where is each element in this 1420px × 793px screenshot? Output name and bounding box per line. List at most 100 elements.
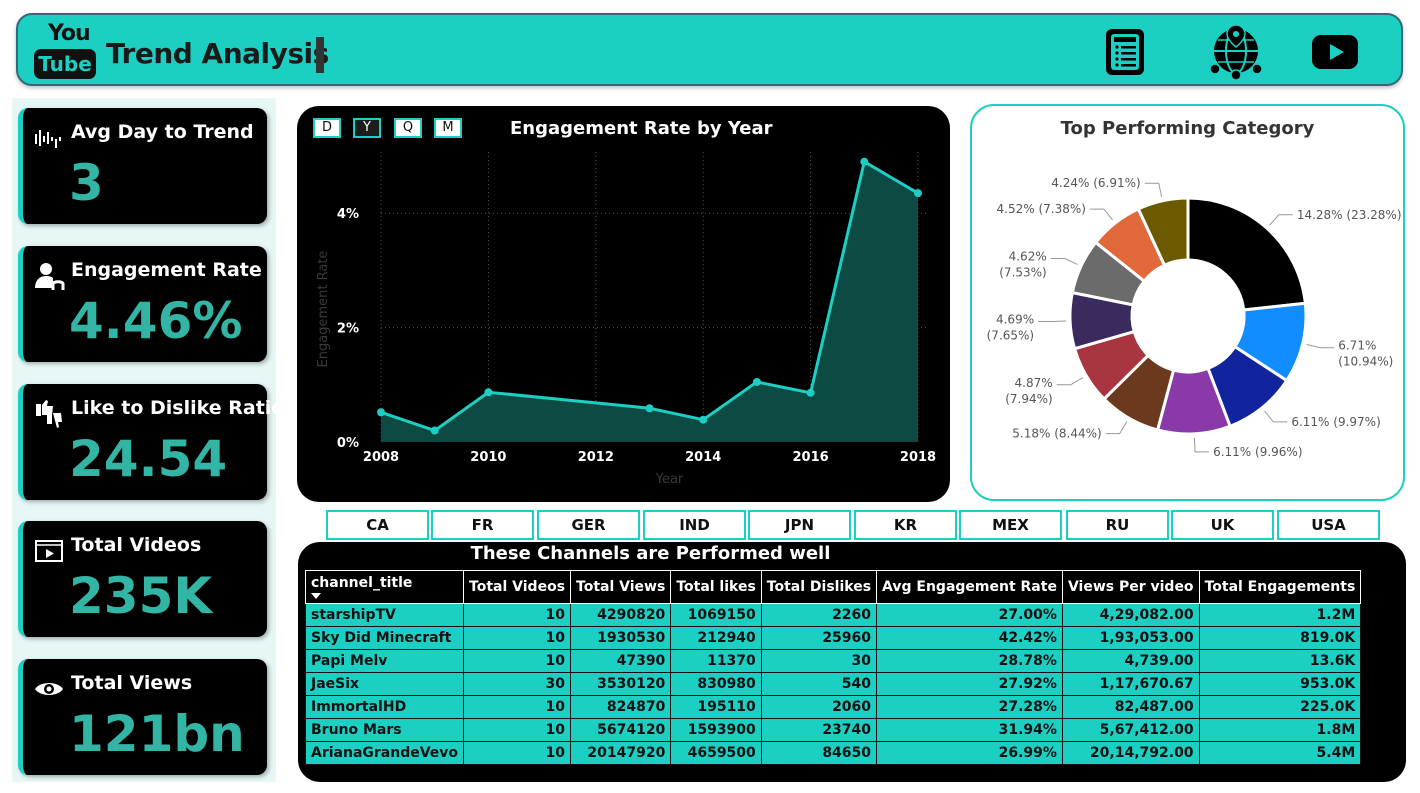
table-row[interactable]: ImmortalHD 10 824870 195110 2060 27.28% 82,487… xyxy=(304,695,1362,719)
data-point[interactable] xyxy=(430,426,439,435)
table-cell: 26.99% xyxy=(876,741,1063,765)
country-tab-ind[interactable]: IND xyxy=(643,510,746,540)
table-cell: 3530120 xyxy=(570,672,672,696)
kpi-label: Engagement Rate xyxy=(71,259,262,281)
table-cell: 20147920 xyxy=(570,741,672,765)
table-cell: 2260 xyxy=(760,603,878,627)
table-cell: 225.0K xyxy=(1198,695,1362,719)
column-header[interactable]: Total likes xyxy=(670,570,762,604)
table-cell: 1930530 xyxy=(570,626,672,650)
data-point[interactable] xyxy=(699,415,708,424)
channel-table: channel_title Total Videos Total Views Tota… xyxy=(304,570,1362,765)
table-cell: 82,487.00 xyxy=(1061,695,1200,719)
kpi-panel: Avg Day to Trend 3 Engagement Rate 4.46%… xyxy=(12,98,284,782)
y-tick-label: 0% xyxy=(337,436,359,451)
table-cell: JaeSix xyxy=(304,672,465,696)
globe-network-icon[interactable] xyxy=(1206,21,1266,81)
sort-desc-icon[interactable] xyxy=(311,593,321,599)
column-header[interactable]: Total Dislikes xyxy=(760,570,878,604)
x-tick-label: 2018 xyxy=(900,450,936,465)
y-tick-label: 4% xyxy=(337,207,359,222)
country-tab-fr[interactable]: FR xyxy=(431,510,534,540)
kpi-value: 4.46% xyxy=(69,292,243,350)
country-tab-usa[interactable]: USA xyxy=(1277,510,1380,540)
table-cell: 10 xyxy=(463,741,572,765)
table-cell: Bruno Mars xyxy=(304,718,465,742)
data-point[interactable] xyxy=(377,408,385,417)
table-title: These Channels are Performed well xyxy=(470,543,831,564)
table-row[interactable]: starshipTV 10 4290820 1069150 2260 27.00% 4,29… xyxy=(304,603,1362,627)
slice-label: 14.28% (23.28%) xyxy=(1297,208,1402,222)
slice-label: 4.52% (7.38%) xyxy=(997,202,1086,216)
table-row[interactable]: Bruno Mars 10 5674120 1593900 23740 31.94% 5,6… xyxy=(304,718,1362,742)
country-tab-jpn[interactable]: JPN xyxy=(748,510,851,540)
country-tab-ger[interactable]: GER xyxy=(537,510,640,540)
country-tab-ca[interactable]: CA xyxy=(326,510,429,540)
y-axis-label: Engagement Rate xyxy=(316,251,331,368)
table-cell: 195110 xyxy=(670,695,762,719)
table-cell: ImmortalHD xyxy=(304,695,465,719)
country-tab-mex[interactable]: MEX xyxy=(959,510,1062,540)
table-cell: 10 xyxy=(463,718,572,742)
data-point[interactable] xyxy=(484,388,493,397)
kpi-value: 3 xyxy=(69,154,104,212)
kpi-total-videos: Total Videos 235K xyxy=(18,521,267,637)
data-point[interactable] xyxy=(860,157,869,166)
column-header[interactable]: Views Per video xyxy=(1061,570,1200,604)
country-tab-uk[interactable]: UK xyxy=(1171,510,1274,540)
label-leader-line xyxy=(1264,410,1288,423)
data-point[interactable] xyxy=(806,388,815,397)
youtube-play-icon[interactable] xyxy=(1308,25,1362,79)
logo-you-text: You xyxy=(48,21,91,46)
column-header[interactable]: channel_title xyxy=(304,570,465,604)
kpi-label: Total Views xyxy=(71,672,193,694)
user-engagement-icon xyxy=(35,263,65,290)
column-header[interactable]: Avg Engagement Rate xyxy=(876,570,1063,604)
table-cell: 20,14,792.00 xyxy=(1061,741,1200,765)
series-area xyxy=(381,161,918,442)
data-point[interactable] xyxy=(645,404,654,413)
table-body: starshipTV 10 4290820 1069150 2260 27.00% 4,29… xyxy=(304,603,1362,765)
kpi-total-views: Total Views 121bn xyxy=(18,659,267,775)
slice-label: 4.62% (7.53%) xyxy=(999,250,1046,280)
table-cell: 30 xyxy=(463,672,572,696)
data-point[interactable] xyxy=(752,377,761,386)
y-tick-label: 2% xyxy=(337,322,359,337)
youtube-logo: You Tube xyxy=(34,21,98,79)
table-row[interactable]: JaeSix 30 3530120 830980 540 27.92% 1,17,670.6… xyxy=(304,672,1362,696)
page-title: Trend Analysis xyxy=(106,37,329,70)
header-bar: You Tube Trend Analysis xyxy=(16,13,1403,86)
table-cell: 10 xyxy=(463,626,572,650)
kpi-label: Total Videos xyxy=(71,534,202,556)
country-tab-ru[interactable]: RU xyxy=(1066,510,1169,540)
table-row[interactable]: Papi Melv 10 47390 11370 30 28.78% 4,739.00 13.… xyxy=(304,649,1362,673)
table-row[interactable]: Sky Did Minecraft 10 1930530 212940 25960 42.… xyxy=(304,626,1362,650)
column-header[interactable]: Total Views xyxy=(570,570,672,604)
table-cell: Papi Melv xyxy=(304,649,465,673)
document-icon[interactable] xyxy=(1098,25,1152,79)
label-leader-line xyxy=(1193,437,1210,453)
slice-label: 4.69% (7.65%) xyxy=(987,313,1034,343)
table-row[interactable]: ArianaGrandeVevo 10 20147920 4659500 84650 26… xyxy=(304,741,1362,765)
table-cell: 540 xyxy=(760,672,878,696)
table-cell: 31.94% xyxy=(876,718,1063,742)
kpi-value: 121bn xyxy=(69,705,245,763)
column-header[interactable]: Total Engagements xyxy=(1198,570,1362,604)
label-leader-line xyxy=(1269,214,1293,226)
table-cell: 819.0K xyxy=(1198,626,1362,650)
table-cell: 27.92% xyxy=(876,672,1063,696)
table-cell: 830980 xyxy=(670,672,762,696)
label-leader-line xyxy=(1089,208,1114,221)
table-cell: 1.8M xyxy=(1198,718,1362,742)
table-cell: starshipTV xyxy=(304,603,465,627)
slice-label: 6.11% (9.97%) xyxy=(1291,415,1380,429)
data-point[interactable] xyxy=(914,189,922,198)
column-header[interactable]: Total Videos xyxy=(463,570,572,604)
country-tab-kr[interactable]: KR xyxy=(854,510,957,540)
logo-tube-text: Tube xyxy=(34,49,96,79)
label-leader-line xyxy=(1038,320,1067,323)
label-leader-line xyxy=(1144,182,1163,197)
kpi-value: 235K xyxy=(69,567,213,625)
table-cell: 4290820 xyxy=(570,603,672,627)
table-cell: 4659500 xyxy=(670,741,762,765)
